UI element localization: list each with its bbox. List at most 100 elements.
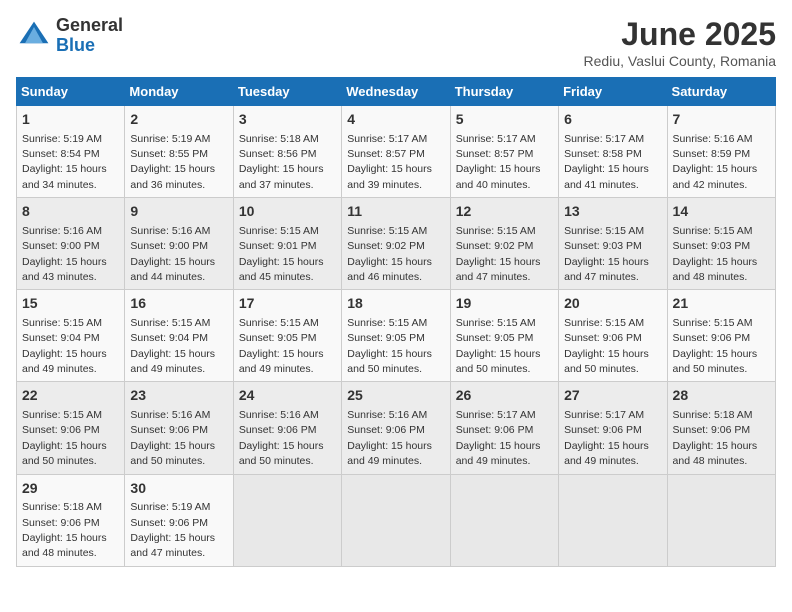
col-sunday: Sunday — [17, 78, 125, 106]
day-info: Sunrise: 5:15 AMSunset: 9:06 PMDaylight:… — [22, 409, 107, 467]
day-info: Sunrise: 5:18 AMSunset: 9:06 PMDaylight:… — [673, 409, 758, 467]
table-row: 1 Sunrise: 5:19 AMSunset: 8:54 PMDayligh… — [17, 106, 125, 198]
day-number: 6 — [564, 110, 661, 130]
day-info: Sunrise: 5:16 AMSunset: 9:06 PMDaylight:… — [239, 409, 324, 467]
day-info: Sunrise: 5:15 AMSunset: 9:04 PMDaylight:… — [22, 317, 107, 375]
col-thursday: Thursday — [450, 78, 558, 106]
month-title: June 2025 — [584, 16, 776, 53]
table-row: 21 Sunrise: 5:15 AMSunset: 9:06 PMDaylig… — [667, 290, 775, 382]
day-number: 27 — [564, 386, 661, 406]
table-row — [450, 474, 558, 566]
day-number: 21 — [673, 294, 770, 314]
table-row: 20 Sunrise: 5:15 AMSunset: 9:06 PMDaylig… — [559, 290, 667, 382]
table-row: 17 Sunrise: 5:15 AMSunset: 9:05 PMDaylig… — [233, 290, 341, 382]
calendar: Sunday Monday Tuesday Wednesday Thursday… — [16, 77, 776, 567]
day-info: Sunrise: 5:18 AMSunset: 9:06 PMDaylight:… — [22, 501, 107, 559]
day-info: Sunrise: 5:16 AMSunset: 9:00 PMDaylight:… — [22, 225, 107, 283]
table-row: 10 Sunrise: 5:15 AMSunset: 9:01 PMDaylig… — [233, 198, 341, 290]
day-number: 23 — [130, 386, 227, 406]
table-row: 14 Sunrise: 5:15 AMSunset: 9:03 PMDaylig… — [667, 198, 775, 290]
header: General Blue June 2025 Rediu, Vaslui Cou… — [16, 16, 776, 69]
day-number: 8 — [22, 202, 119, 222]
calendar-week-row: 22 Sunrise: 5:15 AMSunset: 9:06 PMDaylig… — [17, 382, 776, 474]
table-row: 16 Sunrise: 5:15 AMSunset: 9:04 PMDaylig… — [125, 290, 233, 382]
calendar-week-row: 29 Sunrise: 5:18 AMSunset: 9:06 PMDaylig… — [17, 474, 776, 566]
table-row — [233, 474, 341, 566]
day-info: Sunrise: 5:16 AMSunset: 9:00 PMDaylight:… — [130, 225, 215, 283]
day-info: Sunrise: 5:17 AMSunset: 8:57 PMDaylight:… — [347, 133, 432, 191]
day-number: 15 — [22, 294, 119, 314]
day-info: Sunrise: 5:15 AMSunset: 9:03 PMDaylight:… — [673, 225, 758, 283]
day-number: 11 — [347, 202, 444, 222]
table-row: 2 Sunrise: 5:19 AMSunset: 8:55 PMDayligh… — [125, 106, 233, 198]
day-number: 10 — [239, 202, 336, 222]
day-info: Sunrise: 5:15 AMSunset: 9:06 PMDaylight:… — [564, 317, 649, 375]
day-number: 4 — [347, 110, 444, 130]
table-row: 29 Sunrise: 5:18 AMSunset: 9:06 PMDaylig… — [17, 474, 125, 566]
day-info: Sunrise: 5:17 AMSunset: 8:58 PMDaylight:… — [564, 133, 649, 191]
day-number: 1 — [22, 110, 119, 130]
table-row — [342, 474, 450, 566]
table-row: 9 Sunrise: 5:16 AMSunset: 9:00 PMDayligh… — [125, 198, 233, 290]
day-number: 30 — [130, 479, 227, 499]
day-number: 25 — [347, 386, 444, 406]
day-number: 22 — [22, 386, 119, 406]
day-number: 12 — [456, 202, 553, 222]
table-row: 5 Sunrise: 5:17 AMSunset: 8:57 PMDayligh… — [450, 106, 558, 198]
table-row: 24 Sunrise: 5:16 AMSunset: 9:06 PMDaylig… — [233, 382, 341, 474]
day-info: Sunrise: 5:19 AMSunset: 8:55 PMDaylight:… — [130, 133, 215, 191]
location: Rediu, Vaslui County, Romania — [584, 53, 776, 69]
day-number: 2 — [130, 110, 227, 130]
day-info: Sunrise: 5:17 AMSunset: 9:06 PMDaylight:… — [456, 409, 541, 467]
table-row: 18 Sunrise: 5:15 AMSunset: 9:05 PMDaylig… — [342, 290, 450, 382]
table-row: 6 Sunrise: 5:17 AMSunset: 8:58 PMDayligh… — [559, 106, 667, 198]
table-row: 3 Sunrise: 5:18 AMSunset: 8:56 PMDayligh… — [233, 106, 341, 198]
day-number: 16 — [130, 294, 227, 314]
logo-general: General — [56, 16, 123, 36]
day-number: 19 — [456, 294, 553, 314]
table-row: 23 Sunrise: 5:16 AMSunset: 9:06 PMDaylig… — [125, 382, 233, 474]
calendar-header-row: Sunday Monday Tuesday Wednesday Thursday… — [17, 78, 776, 106]
day-number: 29 — [22, 479, 119, 499]
day-info: Sunrise: 5:18 AMSunset: 8:56 PMDaylight:… — [239, 133, 324, 191]
table-row — [667, 474, 775, 566]
col-friday: Friday — [559, 78, 667, 106]
day-info: Sunrise: 5:17 AMSunset: 9:06 PMDaylight:… — [564, 409, 649, 467]
col-saturday: Saturday — [667, 78, 775, 106]
day-number: 7 — [673, 110, 770, 130]
day-info: Sunrise: 5:15 AMSunset: 9:03 PMDaylight:… — [564, 225, 649, 283]
table-row: 13 Sunrise: 5:15 AMSunset: 9:03 PMDaylig… — [559, 198, 667, 290]
day-info: Sunrise: 5:15 AMSunset: 9:04 PMDaylight:… — [130, 317, 215, 375]
table-row: 15 Sunrise: 5:15 AMSunset: 9:04 PMDaylig… — [17, 290, 125, 382]
day-info: Sunrise: 5:15 AMSunset: 9:05 PMDaylight:… — [456, 317, 541, 375]
table-row: 4 Sunrise: 5:17 AMSunset: 8:57 PMDayligh… — [342, 106, 450, 198]
table-row: 12 Sunrise: 5:15 AMSunset: 9:02 PMDaylig… — [450, 198, 558, 290]
day-info: Sunrise: 5:15 AMSunset: 9:05 PMDaylight:… — [239, 317, 324, 375]
day-info: Sunrise: 5:16 AMSunset: 9:06 PMDaylight:… — [130, 409, 215, 467]
calendar-week-row: 15 Sunrise: 5:15 AMSunset: 9:04 PMDaylig… — [17, 290, 776, 382]
table-row: 30 Sunrise: 5:19 AMSunset: 9:06 PMDaylig… — [125, 474, 233, 566]
day-info: Sunrise: 5:17 AMSunset: 8:57 PMDaylight:… — [456, 133, 541, 191]
day-number: 24 — [239, 386, 336, 406]
table-row: 8 Sunrise: 5:16 AMSunset: 9:00 PMDayligh… — [17, 198, 125, 290]
day-number: 26 — [456, 386, 553, 406]
day-number: 17 — [239, 294, 336, 314]
day-number: 28 — [673, 386, 770, 406]
day-number: 13 — [564, 202, 661, 222]
day-number: 14 — [673, 202, 770, 222]
col-tuesday: Tuesday — [233, 78, 341, 106]
col-wednesday: Wednesday — [342, 78, 450, 106]
table-row — [559, 474, 667, 566]
table-row: 7 Sunrise: 5:16 AMSunset: 8:59 PMDayligh… — [667, 106, 775, 198]
table-row: 28 Sunrise: 5:18 AMSunset: 9:06 PMDaylig… — [667, 382, 775, 474]
calendar-week-row: 1 Sunrise: 5:19 AMSunset: 8:54 PMDayligh… — [17, 106, 776, 198]
table-row: 11 Sunrise: 5:15 AMSunset: 9:02 PMDaylig… — [342, 198, 450, 290]
day-info: Sunrise: 5:15 AMSunset: 9:02 PMDaylight:… — [456, 225, 541, 283]
day-info: Sunrise: 5:15 AMSunset: 9:01 PMDaylight:… — [239, 225, 324, 283]
day-info: Sunrise: 5:19 AMSunset: 8:54 PMDaylight:… — [22, 133, 107, 191]
logo-blue: Blue — [56, 36, 123, 56]
day-info: Sunrise: 5:19 AMSunset: 9:06 PMDaylight:… — [130, 501, 215, 559]
logo-icon — [16, 18, 52, 54]
col-monday: Monday — [125, 78, 233, 106]
logo: General Blue — [16, 16, 123, 56]
